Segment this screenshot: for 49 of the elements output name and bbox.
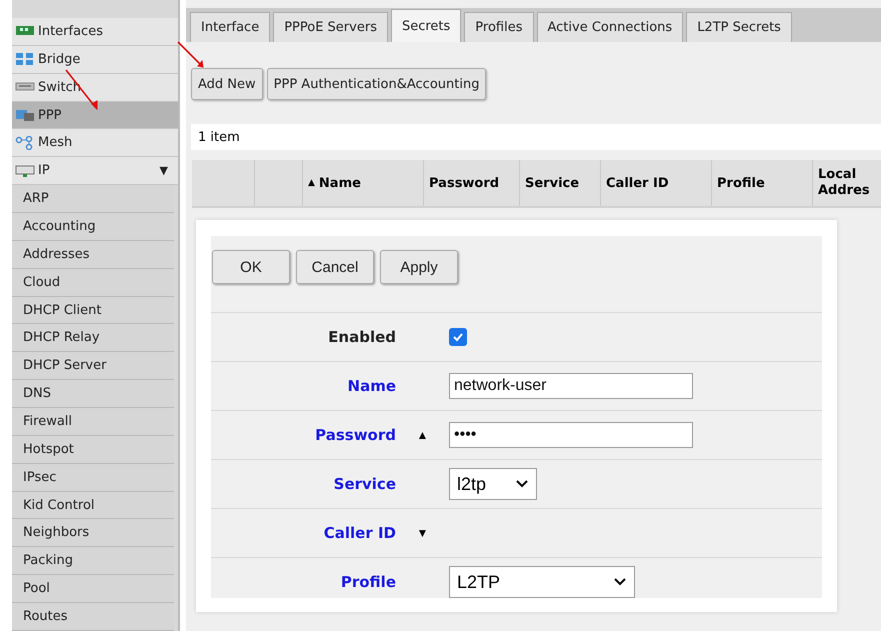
- check-icon: [452, 331, 464, 343]
- sidebar-item[interactable]: IP ▼: [12, 157, 178, 186]
- item-count: 1 item: [197, 130, 240, 144]
- sidebar-item[interactable]: Mesh: [12, 129, 178, 158]
- dialog-button[interactable]: OK: [212, 250, 290, 284]
- sidebar-subitem[interactable]: Cloud: [12, 268, 174, 297]
- sidebar-subitem[interactable]: DHCP Client: [12, 296, 174, 324]
- sidebar-subitem[interactable]: Kid Control: [12, 492, 174, 520]
- toggle-arrow[interactable]: ▼: [416, 526, 428, 540]
- chevron-down-icon: [516, 480, 528, 488]
- checkbox[interactable]: [449, 328, 467, 346]
- toolbar-button[interactable]: PPP Authentication&Accounting: [266, 68, 486, 100]
- expand-toggle[interactable]: ▼: [160, 164, 168, 178]
- column-header[interactable]: Caller ID: [601, 160, 712, 206]
- tab[interactable]: Active Connections: [536, 12, 684, 42]
- input-field[interactable]: ••••: [449, 422, 693, 448]
- column-header[interactable]: ▲ Name: [303, 160, 424, 206]
- toolbar-button[interactable]: Add New: [191, 68, 263, 100]
- column-header[interactable]: Local Addres: [813, 160, 878, 206]
- tab[interactable]: Profiles: [464, 12, 534, 42]
- input-field[interactable]: network-user: [449, 373, 693, 399]
- tab[interactable]: Secrets: [390, 9, 462, 42]
- dropdown[interactable]: L2TP: [449, 566, 635, 598]
- column-header[interactable]: Password: [424, 160, 520, 206]
- sidebar-item[interactable]: PPP: [12, 102, 178, 130]
- ip-icon: [15, 164, 35, 178]
- column-header[interactable]: Service: [520, 160, 601, 206]
- dialog-button[interactable]: Apply: [380, 250, 458, 284]
- tab[interactable]: L2TP Secrets: [686, 12, 792, 42]
- toggle-arrow[interactable]: ▲: [416, 428, 428, 442]
- column-header[interactable]: Profile: [712, 160, 813, 206]
- dialog-button[interactable]: Cancel: [296, 250, 374, 284]
- dropdown[interactable]: l2tp: [449, 468, 537, 500]
- field-label: Caller ID: [322, 524, 396, 542]
- field-label: Service: [332, 475, 396, 493]
- field-label: Profile: [340, 573, 396, 591]
- bridge-icon: [15, 52, 35, 66]
- sidebar-item[interactable]: Switch: [12, 74, 178, 102]
- chevron-down-icon: [614, 578, 626, 586]
- field-label: Password: [314, 426, 396, 444]
- sidebar-item[interactable]: Bridge: [12, 46, 178, 74]
- field-label: Name: [346, 377, 396, 395]
- tab[interactable]: Interface: [190, 12, 270, 42]
- ppp-icon: [15, 108, 35, 122]
- annotation-arrow: [177, 41, 204, 68]
- sidebar-item[interactable]: Interfaces: [12, 18, 178, 46]
- field-label: Enabled: [327, 328, 396, 346]
- mesh-icon: [15, 136, 35, 150]
- tab[interactable]: PPPoE Servers: [273, 12, 388, 42]
